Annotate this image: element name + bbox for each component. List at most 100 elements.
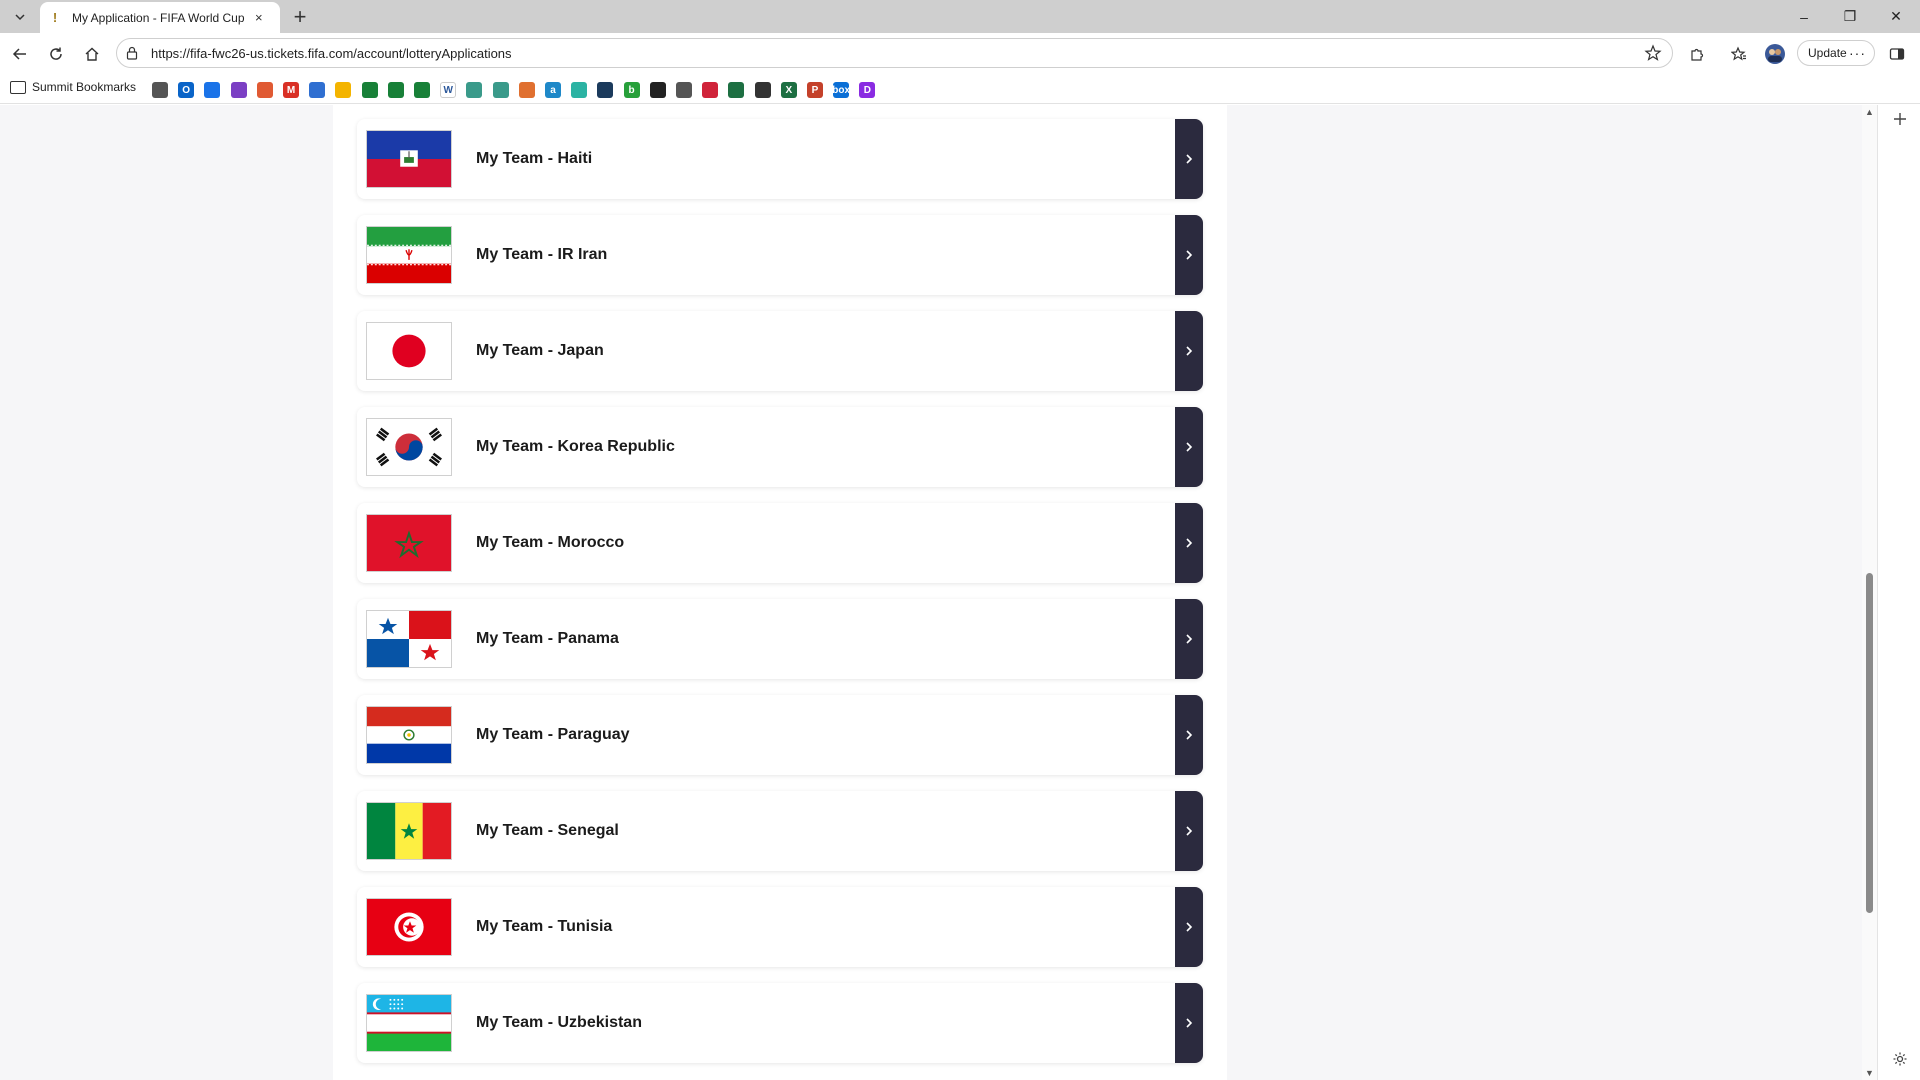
browser-toolbar: https://fifa-fwc26-us.tickets.fifa.com/a… [0, 33, 1920, 74]
scroll-down-arrow-icon[interactable]: ▼ [1865, 1068, 1874, 1078]
team-card[interactable]: My Team - Uzbekistan [357, 983, 1203, 1063]
folder-icon [10, 80, 26, 94]
open-team-button[interactable] [1175, 503, 1203, 583]
bookmark-folder-label: Summit Bookmarks [32, 80, 137, 94]
open-team-button[interactable] [1175, 983, 1203, 1063]
bookmark-powerpoint-icon[interactable]: P [807, 82, 823, 98]
bookmark-app-1-icon[interactable] [466, 82, 483, 98]
team-card[interactable]: My Team - Panama [357, 599, 1203, 679]
active-tab[interactable]: ! My Application - FIFA World Cup × [40, 2, 280, 33]
team-card[interactable]: My Team - Japan [357, 311, 1203, 391]
open-team-button[interactable] [1175, 791, 1203, 871]
extensions-button[interactable] [1684, 41, 1710, 67]
bookmark-outlook-icon[interactable]: O [178, 82, 195, 98]
bookmark-app-10-icon[interactable]: D [859, 82, 876, 98]
scrollbar-thumb[interactable] [1866, 573, 1873, 913]
star-icon[interactable] [1644, 44, 1662, 62]
team-card[interactable]: My Team - Senegal [357, 791, 1203, 871]
home-icon [85, 47, 99, 61]
restore-button[interactable]: ❐ [1827, 0, 1873, 33]
scroll-up-arrow-icon[interactable]: ▲ [1865, 107, 1874, 117]
tab-list-button[interactable] [6, 5, 34, 29]
sidebar-toggle-button[interactable] [1884, 41, 1910, 67]
bookmark-app-2-icon[interactable] [492, 82, 509, 98]
team-card[interactable]: My Team - Morocco [357, 503, 1203, 583]
bookmark-sheets-1-icon[interactable] [361, 82, 378, 98]
edge-sidebar [1877, 105, 1920, 1080]
bookmark-amazon-icon[interactable]: a [545, 82, 561, 98]
team-card[interactable]: My Team - Tunisia [357, 887, 1203, 967]
profile-button[interactable] [1762, 41, 1788, 67]
team-card[interactable]: My Team - Paraguay [357, 695, 1203, 775]
update-label: Update [1808, 46, 1847, 60]
back-button[interactable] [7, 41, 33, 67]
korea-flag-icon [366, 418, 452, 476]
tab-close-icon[interactable]: × [255, 10, 263, 25]
bookmark-app-4-icon[interactable] [571, 82, 588, 98]
bookmark-calendar-icon[interactable] [204, 82, 221, 98]
open-team-button[interactable] [1175, 311, 1203, 391]
gear-icon [1893, 1052, 1907, 1066]
fifa-favicon-icon: ! [52, 10, 58, 25]
avatar-icon [1765, 44, 1785, 64]
bookmark-box-icon[interactable]: box [832, 82, 850, 98]
update-button[interactable]: Update ··· [1797, 40, 1875, 66]
chevron-right-icon [1186, 922, 1193, 932]
bookmark-app-3-icon[interactable] [518, 82, 535, 98]
bookmark-sheets-2-icon[interactable] [387, 82, 404, 98]
open-team-button[interactable] [1175, 695, 1203, 775]
bookmark-app-8-icon[interactable] [702, 82, 719, 98]
new-tab-button[interactable]: + [287, 4, 313, 30]
page-scrollbar[interactable]: ▲ ▼ [1862, 105, 1877, 1080]
bookmark-cloud-icon[interactable] [152, 82, 168, 98]
morocco-flag-icon [366, 514, 452, 572]
close-window-button[interactable]: ✕ [1873, 0, 1919, 33]
team-name: My Team - Morocco [476, 534, 625, 551]
sidebar-add-button[interactable] [1888, 107, 1912, 131]
more-options-icon[interactable]: ··· [1849, 45, 1866, 61]
team-name: My Team - Uzbekistan [476, 1014, 642, 1031]
tab-title: My Application - FIFA World Cup [72, 10, 245, 25]
bookmark-app-6-icon[interactable]: b [623, 82, 640, 98]
site-info-icon[interactable] [125, 46, 139, 60]
open-team-button[interactable] [1175, 407, 1203, 487]
bookmark-excel-2-icon[interactable]: X [780, 82, 797, 98]
bookmark-folder-summit[interactable]: Summit Bookmarks [10, 80, 136, 94]
url-text[interactable]: https://fifa-fwc26-us.tickets.fifa.com/a… [151, 46, 512, 61]
sidebar-settings-button[interactable] [1888, 1047, 1912, 1071]
open-team-button[interactable] [1175, 119, 1203, 199]
minimize-button[interactable]: – [1781, 0, 1827, 33]
bookmark-app-9-icon[interactable] [754, 82, 771, 98]
haiti-flag-icon [366, 130, 452, 188]
chevron-right-icon [1186, 346, 1193, 356]
bookmark-sheets-3-icon[interactable] [414, 82, 430, 98]
bookmark-globe-icon[interactable] [676, 82, 692, 98]
bookmark-excel-1-icon[interactable] [728, 82, 745, 98]
address-bar[interactable]: https://fifa-fwc26-us.tickets.fifa.com/a… [116, 38, 1673, 68]
reload-button[interactable] [43, 41, 69, 67]
team-name: My Team - Haiti [476, 150, 593, 167]
iran-flag-icon [366, 226, 452, 284]
team-name: My Team - IR Iran [476, 246, 608, 263]
team-name: My Team - Panama [476, 630, 619, 647]
favorites-button[interactable] [1726, 41, 1752, 67]
home-button[interactable] [79, 41, 105, 67]
open-team-button[interactable] [1175, 599, 1203, 679]
team-name: My Team - Korea Republic [476, 438, 675, 455]
team-card[interactable]: My Team - Haiti [357, 119, 1203, 199]
team-card[interactable]: My Team - IR Iran [357, 215, 1203, 295]
open-team-button[interactable] [1175, 887, 1203, 967]
bookmark-visio-icon[interactable] [230, 82, 247, 98]
japan-flag-icon [366, 322, 452, 380]
bookmark-calendar-2-icon[interactable] [309, 82, 326, 98]
bookmark-gmail-icon[interactable]: M [283, 82, 299, 98]
chevron-right-icon [1186, 250, 1193, 260]
open-team-button[interactable] [1175, 215, 1203, 295]
bookmark-word-icon[interactable]: W [440, 82, 457, 98]
page-viewport: My Team - Haiti My Team - IR Iran My Team … [0, 105, 1877, 1080]
team-card[interactable]: My Team - Korea Republic [357, 407, 1203, 487]
bookmark-drive-icon[interactable] [335, 82, 352, 98]
bookmark-app-7-icon[interactable] [649, 82, 666, 98]
bookmark-loop-icon[interactable] [256, 82, 273, 98]
bookmark-app-5-icon[interactable] [597, 82, 614, 98]
